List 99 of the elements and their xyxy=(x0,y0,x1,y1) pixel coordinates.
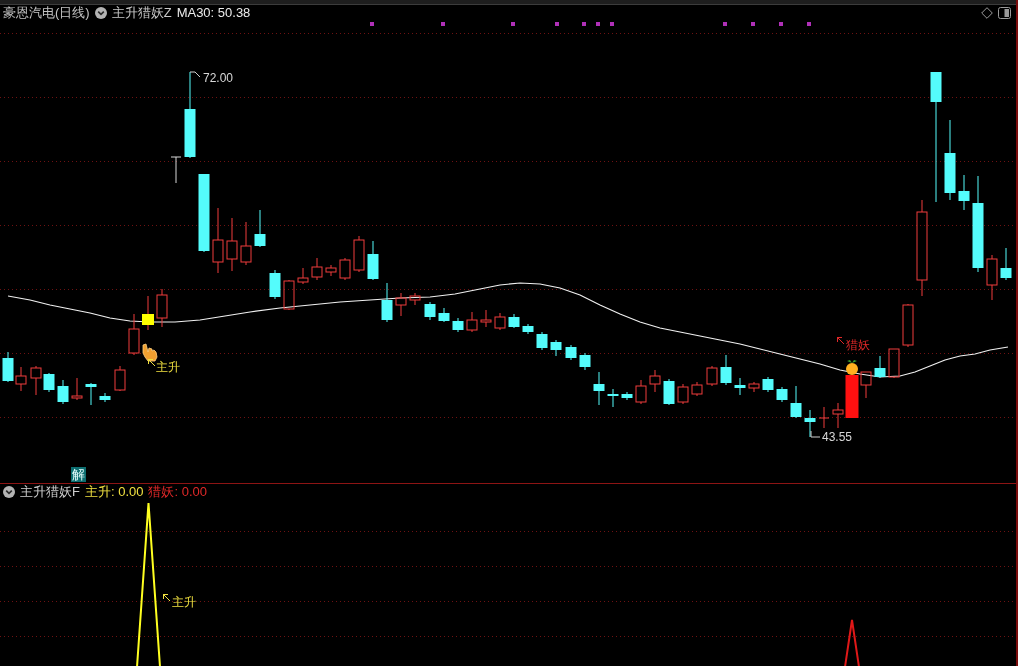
rising-candle xyxy=(128,313,140,356)
square-marker-icon xyxy=(511,22,515,26)
dropdown-icon[interactable] xyxy=(94,7,107,19)
rising-candle xyxy=(226,217,238,272)
falling-candle xyxy=(1000,247,1012,281)
rising-candle xyxy=(71,377,83,401)
falling-candle xyxy=(593,371,605,406)
panel-toggle-icon[interactable] xyxy=(998,7,1011,19)
square-marker-icon xyxy=(723,22,727,26)
square-marker-icon xyxy=(441,22,445,26)
badge[interactable]: 解 xyxy=(71,467,86,482)
falling-candle xyxy=(438,307,450,323)
rising-candle xyxy=(114,365,126,392)
falling-candle xyxy=(565,344,577,361)
square-marker-icon xyxy=(582,22,586,26)
indicator-spike xyxy=(844,619,860,666)
leader-line xyxy=(189,71,201,78)
falling-candle xyxy=(508,313,520,329)
falling-candle xyxy=(550,339,562,357)
fruit-icon xyxy=(846,360,858,375)
falling-candle xyxy=(579,352,591,371)
stock-title: 豪恩汽电(日线) xyxy=(3,6,90,20)
filled-candle xyxy=(845,375,859,418)
falling-candle xyxy=(536,331,548,351)
falling-candle xyxy=(85,382,97,406)
falling-candle xyxy=(621,391,633,401)
rising-candle xyxy=(649,369,661,393)
falling-candle xyxy=(254,209,266,248)
rising-candle xyxy=(156,288,168,328)
rising-candle xyxy=(635,379,647,405)
falling-candle xyxy=(57,379,69,405)
falling-candle xyxy=(720,354,732,386)
dropdown-icon[interactable] xyxy=(3,486,15,498)
rising-candle xyxy=(15,366,27,392)
falling-candle xyxy=(452,317,464,333)
price-label: 72.00 xyxy=(203,71,234,85)
falling-candle xyxy=(381,282,393,323)
falling-candle xyxy=(874,355,886,379)
square-marker-icon xyxy=(751,22,755,26)
price-label: 43.55 xyxy=(822,430,853,444)
rising-candle xyxy=(902,303,914,348)
falling-candle xyxy=(424,301,436,321)
rising-candle xyxy=(395,292,407,317)
indicator-reading: 主升: 0.00 xyxy=(84,485,144,499)
rising-candle xyxy=(888,348,900,379)
diamond-icon[interactable] xyxy=(981,7,993,19)
rising-candle xyxy=(325,264,337,277)
falling-candle xyxy=(790,385,802,419)
indicator-reading: 猎妖: 0.00 xyxy=(148,485,207,499)
falling-candle xyxy=(776,386,788,403)
falling-candle xyxy=(269,269,281,300)
rising-candle xyxy=(311,257,323,281)
square-marker-icon xyxy=(555,22,559,26)
indicator-name: 主升猎妖Z xyxy=(111,6,172,20)
square-marker-icon xyxy=(596,22,600,26)
falling-candle xyxy=(43,372,55,393)
highlighted-candle xyxy=(142,295,154,331)
moving-average-reading: MA30: 50.38 xyxy=(176,6,251,20)
square-marker-icon xyxy=(779,22,783,26)
rising-candle xyxy=(691,381,703,397)
rising-candle xyxy=(832,402,844,429)
rising-candle xyxy=(240,221,252,266)
signal-label: 主升 xyxy=(156,360,180,374)
rising-candle xyxy=(986,254,998,301)
rising-candle xyxy=(409,292,421,306)
rising-candle xyxy=(212,207,224,274)
falling-candle xyxy=(804,409,816,438)
doji-candle xyxy=(170,156,182,184)
leader-line xyxy=(810,430,821,438)
falling-candle xyxy=(367,240,379,281)
square-marker-icon xyxy=(807,22,811,26)
falling-candle xyxy=(99,392,111,403)
falling-candle xyxy=(522,323,534,335)
rising-candle xyxy=(706,365,718,387)
rising-candle xyxy=(480,309,492,328)
rising-candle xyxy=(283,279,295,311)
indicator-name: 主升猎妖F xyxy=(20,485,80,499)
square-marker-icon xyxy=(610,22,614,26)
falling-candle xyxy=(762,376,774,393)
falling-candle xyxy=(663,378,675,406)
rising-candle xyxy=(677,383,689,405)
arrow-icon xyxy=(163,594,171,602)
rising-candle xyxy=(353,235,365,273)
signal-label: 主升 xyxy=(172,595,196,609)
rising-candle xyxy=(339,257,351,281)
rising-candle xyxy=(748,381,760,393)
rising-candle xyxy=(297,267,309,285)
rising-candle xyxy=(494,312,506,331)
hand-pointer-icon xyxy=(142,343,158,362)
rising-candle xyxy=(30,365,42,396)
falling-candle xyxy=(2,351,14,383)
signal-label: 猎妖 xyxy=(846,338,870,352)
rising-candle xyxy=(818,406,830,429)
falling-candle xyxy=(607,388,619,408)
falling-candle xyxy=(958,174,970,211)
rising-candle xyxy=(466,311,478,333)
rising-candle xyxy=(860,371,872,399)
square-marker-icon xyxy=(370,22,374,26)
falling-candle xyxy=(734,377,746,396)
